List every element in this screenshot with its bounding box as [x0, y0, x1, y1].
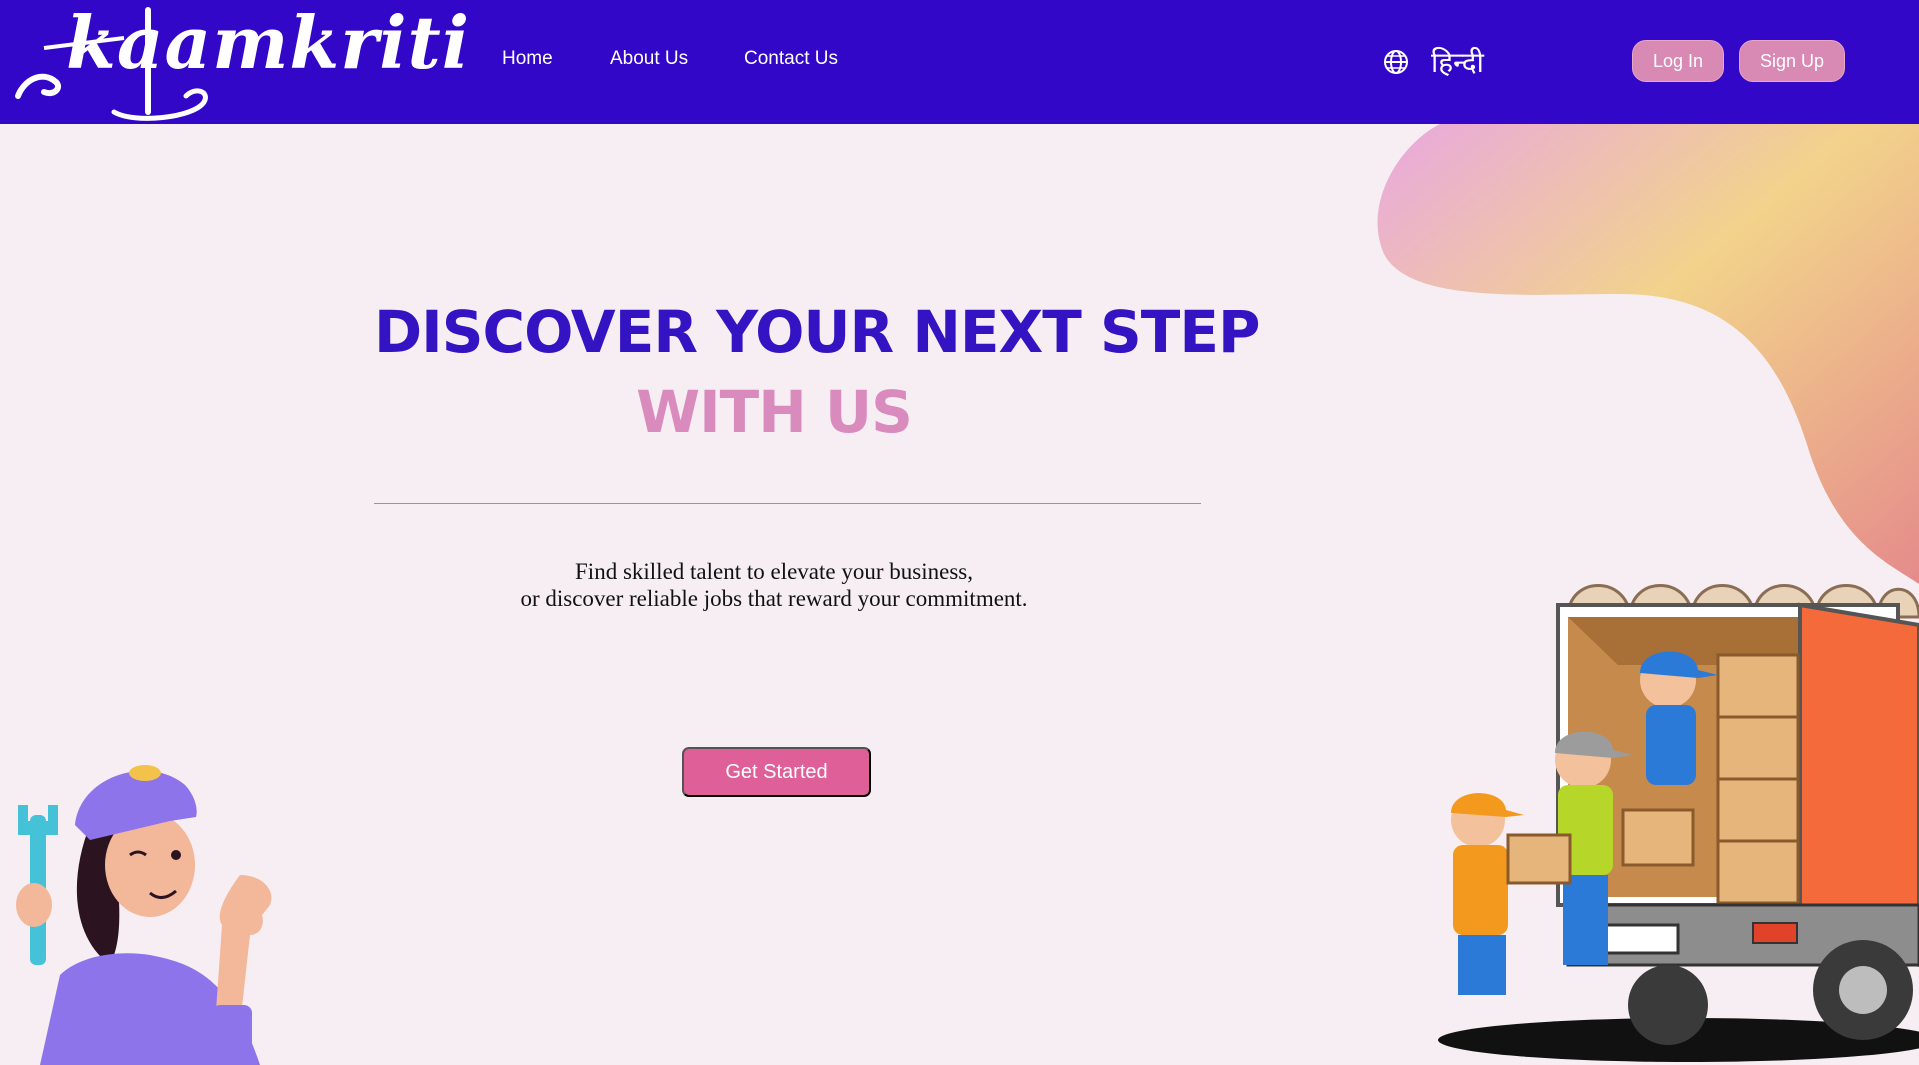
nav-about-link[interactable]: About Us — [610, 48, 688, 70]
hero-subtitle: Find skilled talent to elevate your busi… — [374, 558, 1174, 612]
hero-subtitle-line-1: Find skilled talent to elevate your busi… — [575, 559, 973, 584]
logo-text: kaamkriti — [66, 0, 471, 85]
top-navigation-bar: kaamkriti Home About Us Contact Us हिन्द… — [0, 0, 1919, 124]
hero-title: DISCOVER YOUR NEXT STEP — [374, 298, 1260, 366]
language-toggle[interactable]: हिन्दी — [1431, 43, 1484, 81]
worker-woman-illustration — [16, 765, 272, 1065]
gradient-blob-decoration — [1377, 124, 1919, 584]
get-started-button[interactable]: Get Started — [682, 747, 871, 797]
nav-home-link[interactable]: Home — [502, 48, 553, 70]
hero-title-accent: WITH US — [636, 378, 913, 446]
brand-logo[interactable]: kaamkriti — [14, 0, 469, 124]
login-button[interactable]: Log In — [1632, 40, 1724, 82]
globe-icon[interactable] — [1382, 48, 1410, 76]
movers-truck-illustration — [1438, 584, 1919, 1062]
nav-contact-link[interactable]: Contact Us — [744, 48, 838, 70]
hero-subtitle-line-2: or discover reliable jobs that reward yo… — [520, 586, 1028, 611]
signup-button[interactable]: Sign Up — [1739, 40, 1845, 82]
hero-divider — [374, 503, 1201, 504]
